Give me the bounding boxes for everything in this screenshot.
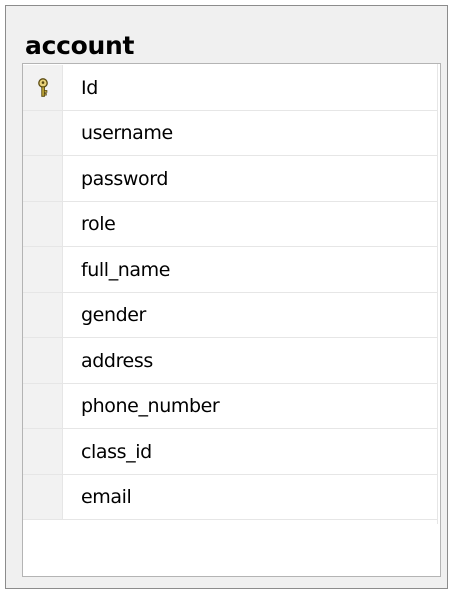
row-selector[interactable] [23, 338, 63, 384]
column-row-class-id[interactable]: class_id [23, 429, 438, 475]
column-name: gender [81, 304, 146, 327]
column-row-email[interactable]: email [23, 474, 438, 520]
column-name: Id [81, 76, 98, 99]
table-title[interactable]: account [25, 31, 134, 61]
column-name: email [81, 486, 132, 509]
column-grid[interactable]: Id username password role full_name gend… [22, 63, 441, 577]
column-name: username [81, 122, 173, 145]
column-name: role [81, 213, 116, 236]
row-selector[interactable] [23, 110, 63, 156]
column-name: password [81, 167, 169, 190]
column-name: full_name [81, 258, 171, 281]
column-list: Id username password role full_name gend… [23, 65, 438, 520]
key-icon [37, 77, 48, 97]
column-name: class_id [81, 440, 152, 463]
column-row-username[interactable]: username [23, 110, 438, 156]
column-row-password[interactable]: password [23, 156, 438, 202]
row-selector[interactable] [23, 292, 63, 338]
column-row-phone-number[interactable]: phone_number [23, 383, 438, 429]
column-name: phone_number [81, 395, 220, 418]
column-row-id[interactable]: Id [23, 65, 438, 111]
column-row-address[interactable]: address [23, 338, 438, 384]
column-row-full-name[interactable]: full_name [23, 247, 438, 293]
row-selector[interactable] [23, 474, 63, 520]
column-row-gender[interactable]: gender [23, 292, 438, 338]
row-selector[interactable] [23, 429, 63, 475]
row-selector[interactable] [23, 156, 63, 202]
column-row-role[interactable]: role [23, 201, 438, 247]
row-selector[interactable] [23, 201, 63, 247]
row-selector[interactable] [23, 65, 63, 111]
row-selector[interactable] [23, 247, 63, 293]
column-name: address [81, 349, 153, 372]
row-selector[interactable] [23, 383, 63, 429]
